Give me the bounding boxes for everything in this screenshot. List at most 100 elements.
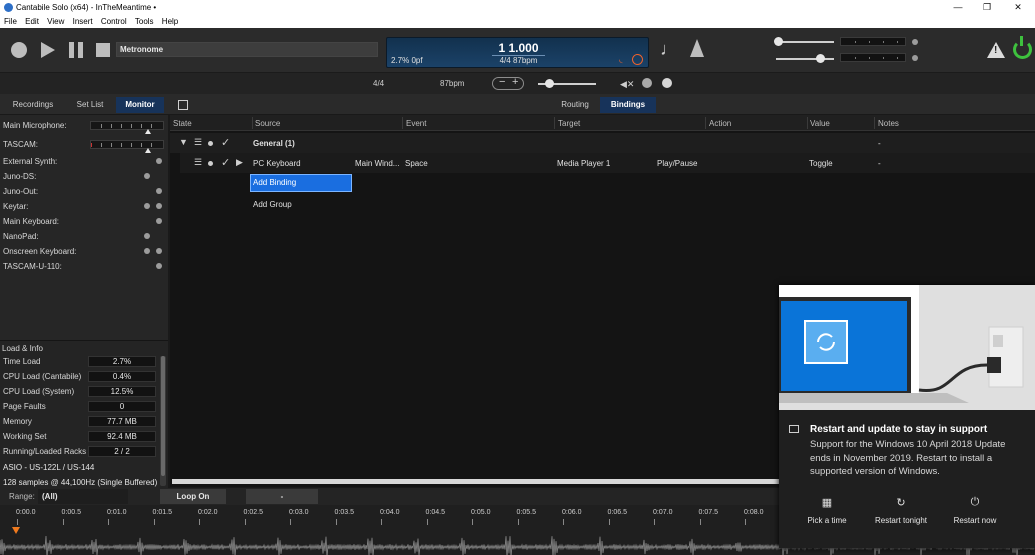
timeline-tick-mark [335,519,337,525]
load-info-panel: Load & Info Time Load 2.7% CPU Load (Can… [0,340,168,488]
grid-view-icon[interactable] [178,100,188,110]
song-position: 1 1.000 [498,41,539,55]
column-header-value[interactable]: Value [810,119,830,131]
load-info-header: Load & Info [2,344,43,353]
column-header-event[interactable]: Event [406,119,426,131]
pause-button[interactable] [69,42,83,58]
column-header-target[interactable]: Target [558,119,580,131]
pick-a-time-button[interactable]: ▦ Pick a time [787,496,867,525]
metronome-icon[interactable] [690,39,704,57]
minimize-button[interactable]: — [943,0,973,16]
action-label: Restart tonight [874,516,928,525]
timesig-tempo: 4/4 87bpm [491,55,546,65]
song-name-field[interactable]: Metronome [116,42,378,57]
metronome-volume-button[interactable] [662,78,672,88]
menu-file[interactable]: File [4,16,17,28]
load-value: 12.5% [88,386,156,397]
enabled-check-icon[interactable]: ✓ [221,156,230,169]
tab-routing[interactable]: Routing [552,97,598,113]
table-header: State Source Event Target Action Value N… [170,115,1035,131]
buffer-info: 128 samples @ 44,100Hz (Single Buffered) [3,478,158,487]
port-activity-dot [144,173,150,179]
position-display: 1 1.000 2.7% 0pf 4/4 87bpm ◟ [386,37,649,68]
loop-button[interactable]: Loop On [160,489,226,504]
tab-set-list[interactable]: Set List [66,97,114,113]
enabled-check-icon[interactable]: ✓ [221,136,230,149]
warning-icon[interactable] [987,42,1005,58]
menu-control[interactable]: Control [101,16,127,28]
power-icon[interactable] [1013,36,1032,59]
port-row: NanoPad: [0,229,168,244]
timeline-tick-label: 0:03.0 [289,509,309,516]
timeline-tick-label: 0:04.0 [380,509,400,516]
port-label: NanoPad: [3,232,39,241]
column-header-action[interactable]: Action [709,119,731,131]
binding-source: PC Keyboard [253,159,301,168]
timeline-tick-label: 0:07.0 [653,509,673,516]
timeline-tick-label: 0:01.0 [107,509,127,516]
time-signature[interactable]: 4/4 [373,79,384,88]
menu-bar: File Edit View Insert Control Tools Help [0,16,1035,28]
playhead-marker[interactable] [12,527,20,534]
binding-action: Play/Pause [657,159,698,168]
input-level-meter[interactable] [90,121,164,134]
binding-source-detail: Main Wind... [355,159,400,168]
zoom-out-button[interactable]: − [499,76,505,88]
speaker-mute-icon[interactable]: ◀✕ [620,79,634,90]
tab-recordings[interactable]: Recordings [6,97,60,113]
menu-view[interactable]: View [47,16,64,28]
drag-handle-icon[interactable]: ☰ [194,157,202,168]
port-activity-dot [156,203,162,209]
note-icon[interactable]: ♩ [660,39,678,60]
collapse-arrow-icon[interactable]: ▼ [179,137,188,147]
timeline-tick-mark [472,519,473,525]
song-name: Metronome [120,45,164,54]
output-meter-bottom [840,53,906,62]
update-notification[interactable]: Restart and update to stay in support Su… [779,285,1035,548]
load-value: 92.4 MB [88,431,156,442]
tempo-knob[interactable] [545,79,554,88]
column-header-source[interactable]: Source [255,119,280,131]
menu-help[interactable]: Help [162,16,178,28]
master-gain-slider[interactable] [776,41,834,43]
tab-bindings[interactable]: Bindings [600,97,656,113]
range-select[interactable]: (All) [38,489,128,504]
menu-insert[interactable]: Insert [73,16,93,28]
column-header-state[interactable]: State [173,119,192,131]
zoom-in-button[interactable]: + [512,76,518,88]
binding-group-row[interactable]: ▼ ☰ ✓ General (1) - [170,133,1035,153]
port-label: TASCAM: [3,140,38,149]
input-level-meter[interactable] [90,140,164,153]
play-indicator-icon[interactable]: ▶ [236,157,243,168]
column-header-notes[interactable]: Notes [878,119,899,131]
restart-tonight-button[interactable]: ↻ Restart tonight [861,496,941,525]
drag-handle-icon[interactable]: ☰ [194,137,202,148]
add-binding-button[interactable]: Add Binding [250,174,352,192]
port-activity-dot [144,233,150,239]
timeline-tick-mark [654,519,655,525]
master-pan-slider[interactable] [776,58,834,60]
table-row[interactable]: ☰ ✓ ▶ PC Keyboard Main Wind... Space Med… [180,153,1035,173]
loop-range-field[interactable]: - [246,489,318,504]
power-icon: ⏻ [970,496,980,508]
port-activity-dot [144,203,150,209]
add-group-button[interactable]: Add Group [253,200,292,209]
timeline-tick-mark [699,519,701,525]
restore-button[interactable]: ❐ [972,0,1002,16]
load-info-scrollbar[interactable] [160,356,166,486]
master-gain-knob[interactable] [774,37,783,46]
app-icon [4,3,13,12]
menu-tools[interactable]: Tools [135,16,154,28]
close-button[interactable]: ✕ [1003,0,1033,16]
metronome-sound-button[interactable] [642,78,652,88]
restart-now-button[interactable]: ⏻ Restart now [935,496,1015,525]
stop-button[interactable] [96,43,110,57]
tempo-value[interactable]: 87bpm [440,79,464,88]
tab-monitor[interactable]: Monitor [116,97,164,113]
horizontal-scrollbar[interactable] [172,479,782,484]
port-activity-dot [156,248,162,254]
record-button[interactable] [11,42,27,58]
master-pan-knob[interactable] [816,54,825,63]
play-button[interactable] [41,42,55,58]
menu-edit[interactable]: Edit [25,16,39,28]
